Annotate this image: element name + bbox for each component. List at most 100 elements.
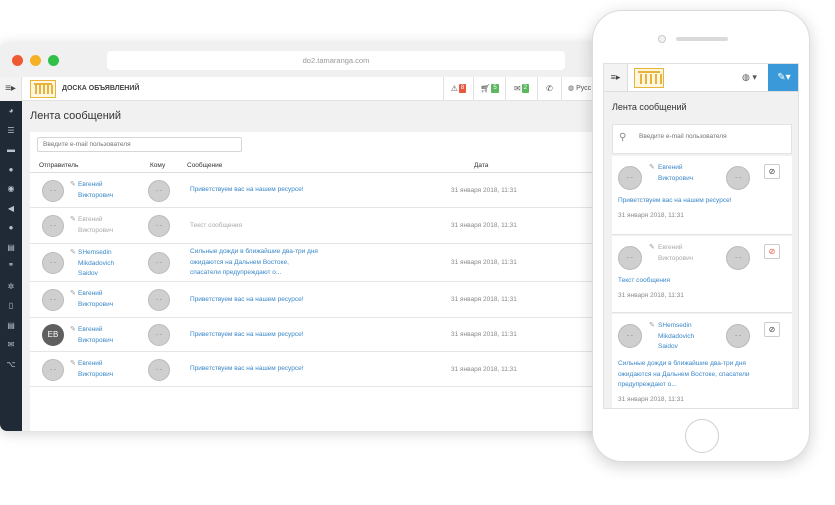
block-user-icon[interactable]: ⊘: [764, 322, 780, 337]
message-link[interactable]: Приветствуем вас на нашем ресурсе!: [618, 196, 783, 207]
list-icon[interactable]: ☰: [0, 121, 22, 141]
orders-button[interactable]: 🛒︎ 5: [473, 77, 505, 101]
message-link[interactable]: Приветствуем вас на нашем ресурсе!: [190, 185, 304, 196]
sidebar-toggle-icon[interactable]: ≡▸: [0, 77, 22, 101]
column-to[interactable]: Кому: [150, 162, 165, 169]
sender-name-link[interactable]: Евгений Викторович: [78, 289, 113, 310]
badge-icon[interactable]: ◉: [0, 179, 22, 199]
mobile-email-search-input[interactable]: [639, 133, 787, 140]
sender-name-link[interactable]: Евгений Викторович: [78, 325, 113, 346]
table-row: - - ✎ Евгений Викторович - - Приветствуем вас…: [30, 173, 640, 208]
message-link[interactable]: Приветствуем вас на нашем ресурсе!: [190, 364, 304, 375]
edit-icon[interactable]: ✎: [649, 163, 655, 171]
recipient-avatar[interactable]: - -: [148, 289, 170, 311]
messages-button[interactable]: ✉ 2: [505, 77, 537, 101]
sender-avatar[interactable]: - -: [42, 179, 64, 202]
recipient-avatar[interactable]: - -: [726, 324, 750, 348]
app-header: ≡▸ ДОСКА ОБЪЯВЛЕНИЙ ⚠ 8 🛒︎ 5 ✉ 2 ✆ ◍ Русс: [0, 77, 640, 101]
message-date: 31 января 2018, 11:31: [618, 291, 684, 299]
sender-name-link[interactable]: Евгений Викторович: [78, 359, 113, 380]
edit-icon[interactable]: ✎: [70, 215, 76, 223]
phone-camera: [658, 35, 666, 43]
file-icon[interactable]: ▯: [0, 296, 22, 316]
window-close-dot[interactable]: [12, 55, 23, 66]
alerts-button[interactable]: ⚠ 8: [443, 77, 473, 101]
text-line: Текст сообщения: [618, 277, 671, 284]
text-line: Викторович: [78, 370, 114, 378]
recipient-avatar[interactable]: - -: [148, 324, 170, 346]
column-date[interactable]: Дата: [474, 162, 488, 169]
sender-name-link[interactable]: Евгений Викторович: [78, 215, 113, 236]
sender-avatar[interactable]: - -: [618, 324, 642, 348]
sender-avatar[interactable]: - -: [618, 246, 642, 270]
edit-icon[interactable]: ✎: [70, 359, 76, 367]
sitemap-icon[interactable]: ⌥: [0, 355, 22, 375]
message-link[interactable]: Приветствуем вас на нашем ресурсе!: [190, 295, 304, 306]
sender-avatar[interactable]: - -: [42, 289, 64, 311]
edit-icon[interactable]: ✎: [649, 243, 655, 251]
block-user-icon[interactable]: ⊘: [764, 244, 780, 259]
comments-icon[interactable]: ●: [0, 218, 22, 238]
table-header: Отправитель Кому Сообщение Дата: [30, 157, 640, 173]
text-line: Сильные дожди в ближайшие два-три дня: [190, 248, 318, 256]
mobile-wrench-icon[interactable]: ✎▾: [768, 64, 798, 91]
message-link[interactable]: Текст сообщения: [618, 276, 783, 287]
sender-avatar[interactable]: - -: [42, 252, 64, 274]
edit-icon[interactable]: ✎: [70, 248, 76, 256]
text-line: Викторович: [78, 191, 114, 199]
phone-button[interactable]: ✆: [537, 77, 561, 101]
text-line: ожидаются на Дальнем Востоке,: [190, 258, 289, 266]
book-icon[interactable]: ▤: [0, 238, 22, 258]
book2-icon[interactable]: ▤: [0, 316, 22, 336]
edit-icon[interactable]: ✎: [70, 289, 76, 297]
sender-name-link[interactable]: SHemsedin Mikdadovich Saidov: [658, 321, 694, 353]
mobile-menu-toggle-icon[interactable]: ≡▸: [604, 64, 628, 91]
sender-avatar[interactable]: EB: [42, 324, 64, 346]
phone-home-button[interactable]: [685, 419, 719, 453]
message-link[interactable]: Приветствуем вас на нашем ресурсе!: [190, 330, 304, 341]
sender-name-link[interactable]: Евгений Викторович: [658, 243, 693, 264]
settings-icon[interactable]: ✲: [0, 277, 22, 297]
recipient-avatar[interactable]: - -: [726, 246, 750, 270]
message-date: 31 января 2018, 11:31: [618, 211, 684, 219]
window-maximize-dot[interactable]: [48, 55, 59, 66]
recipient-avatar[interactable]: - -: [148, 252, 170, 274]
recipient-avatar[interactable]: - -: [148, 179, 170, 202]
brand-name: ДОСКА ОБЪЯВЛЕНИЙ: [62, 85, 140, 92]
user-icon[interactable]: ●: [0, 160, 22, 180]
recipient-avatar[interactable]: - -: [148, 215, 170, 237]
edit-icon[interactable]: ✎: [649, 321, 655, 329]
quote-icon[interactable]: ❞: [0, 257, 22, 277]
sender-avatar[interactable]: - -: [618, 166, 642, 190]
sender-avatar[interactable]: - -: [42, 358, 64, 381]
edit-icon[interactable]: ✎: [70, 180, 76, 188]
site-logo[interactable]: [30, 80, 56, 98]
sender-name-link[interactable]: Евгений Викторович: [658, 163, 693, 184]
text-line: Saidov: [658, 343, 678, 350]
recipient-avatar[interactable]: - -: [726, 166, 750, 190]
email-search-input[interactable]: [37, 137, 242, 152]
mail-icon[interactable]: ✉: [0, 335, 22, 355]
message-date: 31 января 2018, 11:31: [618, 395, 684, 403]
mobile-globe-icon[interactable]: ◍ ▾: [742, 64, 757, 91]
mobile-site-logo[interactable]: [634, 68, 664, 88]
address-bar[interactable]: do2.tamaranga.com: [107, 51, 565, 70]
cart-icon[interactable]: ▬: [0, 140, 22, 160]
message-link[interactable]: Сильные дожди в ближайшие два-три дня ожи…: [618, 359, 783, 391]
edit-icon[interactable]: ✎: [70, 325, 76, 333]
column-sender[interactable]: Отправитель: [39, 162, 78, 169]
dashboard-icon[interactable]: ◕: [0, 101, 22, 121]
megaphone-icon[interactable]: ◀: [0, 199, 22, 219]
column-message[interactable]: Сообщение: [187, 162, 222, 169]
sender-name-link[interactable]: SHemsedin Mikdadovich Saidov: [78, 248, 114, 280]
block-user-icon[interactable]: ⊘: [764, 164, 780, 179]
message-link[interactable]: Текст сообщения: [190, 221, 242, 232]
text-line: Приветствуем вас на нашем ресурсе!: [190, 295, 304, 303]
text-line: спасатели предупреждают о...: [190, 269, 282, 277]
message-link[interactable]: Сильные дожди в ближайшие два-три дня ожи…: [190, 247, 318, 279]
sender-name-link[interactable]: Евгений Викторович: [78, 180, 113, 201]
recipient-avatar[interactable]: - -: [148, 358, 170, 381]
window-minimize-dot[interactable]: [30, 55, 41, 66]
sender-avatar[interactable]: - -: [42, 215, 64, 237]
message-date: 31 января 2018, 11:31: [451, 259, 517, 266]
